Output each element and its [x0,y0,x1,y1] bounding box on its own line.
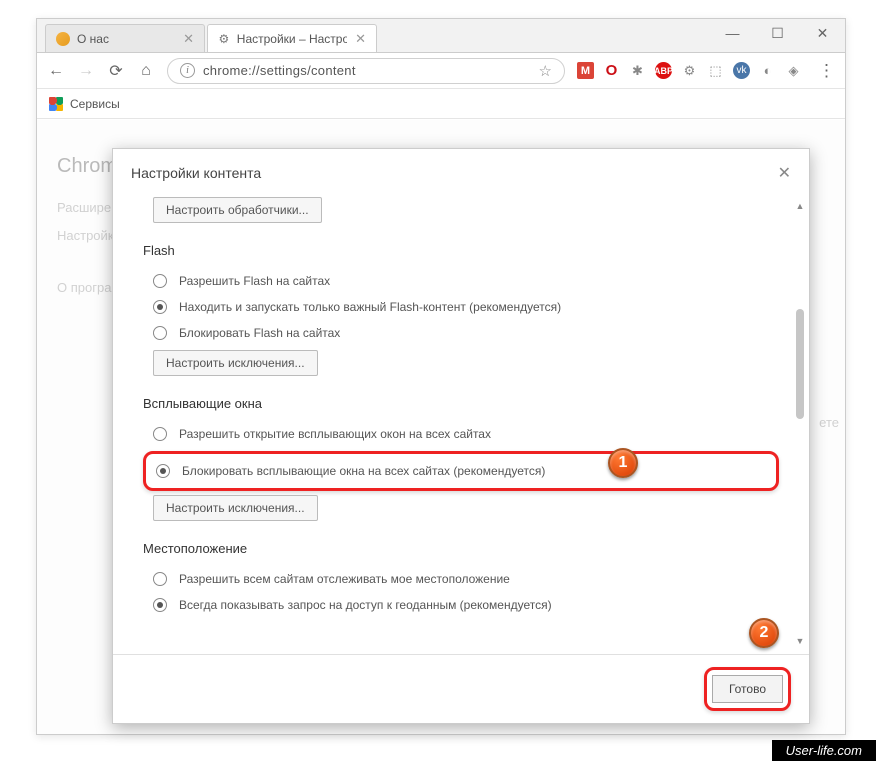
extensions-bar: M O ✱ ABP ⚙ ⬚ vk ◐ ◈ [577,62,802,79]
modal-close-button[interactable]: ✕ [778,163,791,183]
highlight-annotation-2: Готово [704,667,791,711]
location-section-title: Местоположение [143,541,779,556]
flash-section-title: Flash [143,243,779,258]
popups-exceptions-button[interactable]: Настроить исключения... [153,495,318,521]
minimize-button[interactable]: — [710,19,755,47]
scroll-down-icon[interactable]: ▼ [793,634,807,648]
radio-label: Разрешить Flash на сайтах [179,274,330,288]
address-bar: ← → ⟳ ⌂ i chrome://settings/content ☆ M … [37,53,845,89]
popups-option-allow[interactable]: Разрешить открытие всплывающих окон на в… [143,421,779,447]
flash-option-block[interactable]: Блокировать Flash на сайтах [143,320,779,346]
extension-icon[interactable]: ⚙ [681,62,698,79]
annotation-badge-2: 2 [749,618,779,648]
url-input[interactable]: i chrome://settings/content ☆ [167,58,565,84]
radio-icon [153,300,167,314]
scroll-up-icon[interactable]: ▲ [793,199,807,213]
close-window-button[interactable]: ✕ [800,19,845,47]
configure-handlers-button[interactable]: Настроить обработчики... [153,197,322,223]
tab-settings[interactable]: ⚙ Настройки – Настройки ✕ [207,24,377,52]
orange-favicon-icon [56,32,70,46]
scrollbar[interactable]: ▲ ▼ [793,199,807,648]
tab-close-icon[interactable]: ✕ [175,31,194,47]
adblock-icon[interactable]: ABP [655,62,672,79]
browser-window: — ☐ ✕ О нас ✕ ⚙ Настройки – Настройки ✕ … [36,18,846,735]
tab-close-icon[interactable]: ✕ [347,31,366,47]
radio-label: Блокировать Flash на сайтах [179,326,340,340]
flash-option-detect[interactable]: Находить и запускать только важный Flash… [143,294,779,320]
extension-icon[interactable]: ⬚ [707,62,724,79]
location-option-ask[interactable]: Всегда показывать запрос на доступ к гео… [143,592,779,618]
location-option-allow[interactable]: Разрешить всем сайтам отслеживать мое ме… [143,566,779,592]
window-controls: — ☐ ✕ [710,19,845,47]
radio-label: Блокировать всплывающие окна на всех сай… [182,464,545,478]
radio-icon [156,464,170,478]
highlight-annotation-1: Блокировать всплывающие окна на всех сай… [143,451,779,491]
modal-overlay: Настройки контента ✕ Настроить обработчи… [37,120,845,734]
scroll-thumb[interactable] [796,309,804,419]
radio-label: Разрешить открытие всплывающих окон на в… [179,427,491,441]
radio-icon [153,572,167,586]
radio-icon [153,427,167,441]
extension-icon[interactable]: ◐ [759,62,776,79]
modal-body: Настроить обработчики... Flash Разрешить… [113,193,809,654]
content-settings-modal: Настройки контента ✕ Настроить обработчи… [112,148,810,724]
apps-icon[interactable] [49,97,63,111]
gear-favicon-icon: ⚙ [218,32,230,46]
radio-icon [153,274,167,288]
popups-option-block[interactable]: Блокировать всплывающие окна на всех сай… [152,458,770,484]
reload-button[interactable]: ⟳ [107,61,125,81]
tab-about[interactable]: О нас ✕ [45,24,205,52]
radio-icon [153,598,167,612]
tab-label: Настройки – Настройки [237,32,347,46]
url-text: chrome://settings/content [203,63,356,78]
watermark: User-life.com [772,740,876,761]
radio-label: Находить и запускать только важный Flash… [179,300,561,314]
flash-option-allow[interactable]: Разрешить Flash на сайтах [143,268,779,294]
radio-icon [153,326,167,340]
radio-label: Разрешить всем сайтам отслеживать мое ме… [179,572,510,586]
home-button[interactable]: ⌂ [137,62,155,80]
flash-exceptions-button[interactable]: Настроить исключения... [153,350,318,376]
opera-icon[interactable]: O [603,62,620,79]
radio-label: Всегда показывать запрос на доступ к гео… [179,598,552,612]
bookmarks-bar: Сервисы [37,89,845,119]
gmail-icon[interactable]: M [577,62,594,79]
vk-icon[interactable]: vk [733,62,750,79]
done-button[interactable]: Готово [712,675,783,703]
maximize-button[interactable]: ☐ [755,19,800,47]
bookmark-star-icon[interactable]: ☆ [539,62,552,80]
annotation-badge-1: 1 [608,448,638,478]
forward-button[interactable]: → [77,62,95,80]
bookmarks-apps-label[interactable]: Сервисы [70,97,120,111]
site-info-icon[interactable]: i [180,63,195,78]
chrome-menu-button[interactable]: ⋮ [818,61,835,81]
modal-title: Настройки контента [131,165,261,181]
modal-header: Настройки контента ✕ [113,149,809,193]
popups-section-title: Всплывающие окна [143,396,779,411]
back-button[interactable]: ← [47,62,65,80]
extension-icon[interactable]: ◈ [785,62,802,79]
tab-label: О нас [77,32,109,46]
modal-footer: Готово [113,654,809,723]
extension-icon[interactable]: ✱ [629,62,646,79]
